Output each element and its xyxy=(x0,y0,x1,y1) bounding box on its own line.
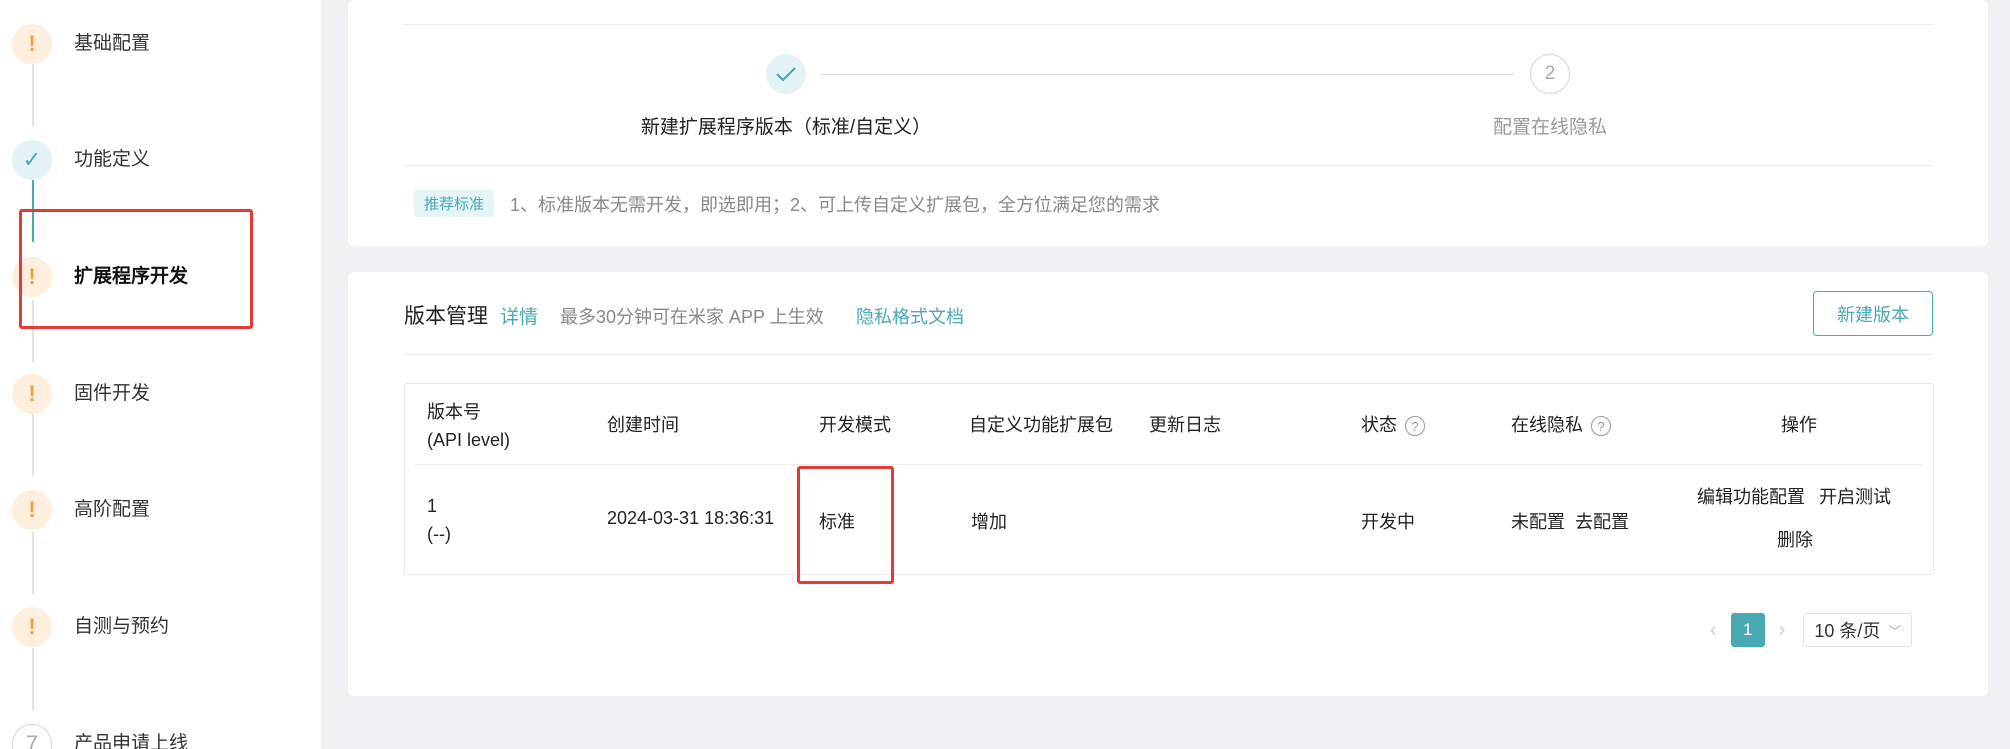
version-create-card: 2 新建扩展程序版本（标准/自定义） 配置在线隐私 推荐标准 1、标准版本无需开… xyxy=(348,0,1988,246)
warning-icon: ! xyxy=(12,374,52,414)
configure-privacy-link[interactable]: 去配置 xyxy=(1575,508,1629,534)
table-row-privacy-status: 未配置 xyxy=(1511,512,1565,532)
detail-link[interactable]: 详情 xyxy=(500,302,538,329)
divider xyxy=(404,165,1934,166)
warning-icon: ! xyxy=(12,24,52,64)
highlight-box xyxy=(797,466,894,584)
new-version-button[interactable]: 新建版本 xyxy=(1813,291,1933,336)
sidebar-step-basic-config[interactable]: ! 基础配置 xyxy=(0,14,321,74)
sidebar-step-advanced-config[interactable]: ! 高阶配置 xyxy=(0,480,321,540)
version-mgmt-title: 版本管理 xyxy=(404,305,488,328)
sidebar-step-label: 基础配置 xyxy=(74,33,151,54)
table-row-created: 2024-03-31 18:36:31 xyxy=(607,508,775,528)
sidebar-step-self-test[interactable]: ! 自测与预约 xyxy=(0,597,321,657)
stepper-line xyxy=(820,74,1514,75)
divider xyxy=(404,354,1934,355)
prev-page-icon[interactable]: ‹ xyxy=(1710,619,1717,642)
table-row-version: 1 (--) xyxy=(427,492,451,548)
step-connector xyxy=(32,648,34,710)
sidebar-step-function-definition[interactable]: ✓ 功能定义 xyxy=(0,130,321,190)
col-status-label: 状态 xyxy=(1361,415,1397,435)
col-actions: 操作 xyxy=(1781,415,1817,435)
help-icon[interactable]: ? xyxy=(1405,416,1425,437)
chevron-down-icon: ﹀ xyxy=(1888,623,1902,639)
step-number-2: 2 xyxy=(1530,54,1570,94)
col-privacy-label: 在线隐私 xyxy=(1511,415,1583,435)
col-extension-package: 自定义功能扩展包 xyxy=(969,415,1113,435)
version-note: 最多30分钟可在米家 APP 上生效 xyxy=(560,307,824,327)
pagination: ‹ 1 › 10 条/页 ﹀ xyxy=(1710,613,1913,647)
warning-icon: ! xyxy=(12,490,52,530)
col-changelog: 更新日志 xyxy=(1149,415,1221,435)
stepper-step2-label: 配置在线隐私 xyxy=(1492,117,1608,138)
version-number: 1 xyxy=(427,496,438,516)
sidebar-step-label: 固件开发 xyxy=(74,383,151,404)
version-management-card: 版本管理 详情 最多30分钟可在米家 APP 上生效 隐私格式文档 新建版本 版… xyxy=(348,272,1988,696)
versions-table: 版本号 (API level) 创建时间 开发模式 自定义功能扩展包 更新日志 … xyxy=(404,383,1934,575)
warning-icon: ! xyxy=(12,607,52,647)
sidebar: ! 基础配置 ✓ 功能定义 ! 扩展程序开发 ! 固件开发 ! 高阶配置 ! 自… xyxy=(0,0,321,749)
col-privacy: 在线隐私? xyxy=(1511,411,1611,437)
page-size-select[interactable]: 10 条/页 ﹀ xyxy=(1803,613,1913,647)
api-level: (--) xyxy=(427,524,451,544)
col-version-label: 版本号 xyxy=(427,402,481,422)
next-page-icon[interactable]: › xyxy=(1779,619,1786,642)
sidebar-step-label: 高阶配置 xyxy=(74,499,151,520)
col-status: 状态? xyxy=(1361,411,1425,437)
col-created-time: 创建时间 xyxy=(607,415,679,435)
page-1-button[interactable]: 1 xyxy=(1730,613,1765,647)
sidebar-step-label: 产品申请上线 xyxy=(74,733,189,749)
sidebar-step-label: 自测与预约 xyxy=(74,616,170,637)
divider xyxy=(404,24,1934,25)
sidebar-step-launch-request[interactable]: 7 产品申请上线 xyxy=(0,714,321,749)
table-header-divider xyxy=(415,464,1923,465)
check-icon: ✓ xyxy=(12,140,52,180)
recommend-tag: 推荐标准 xyxy=(414,190,495,217)
delete-link[interactable]: 删除 xyxy=(1777,526,1813,552)
recommend-text: 1、标准版本无需开发，即选即用；2、可上传自定义扩展包，全方位满足您的需求 xyxy=(510,195,1161,215)
start-test-link[interactable]: 开启测试 xyxy=(1819,483,1891,509)
col-version-api-label: (API level) xyxy=(427,430,511,450)
stepper-step1-label: 新建扩展程序版本（标准/自定义） xyxy=(640,117,932,138)
help-icon[interactable]: ? xyxy=(1591,416,1611,437)
col-version: 版本号 (API level) xyxy=(427,398,510,454)
step-connector xyxy=(32,532,34,594)
sidebar-step-firmware-dev[interactable]: ! 固件开发 xyxy=(0,364,321,424)
sidebar-step-label: 功能定义 xyxy=(74,149,151,170)
step-number: 7 xyxy=(12,724,52,749)
privacy-doc-link[interactable]: 隐私格式文档 xyxy=(856,303,964,329)
edit-function-config-link[interactable]: 编辑功能配置 xyxy=(1697,483,1805,509)
table-row-status: 开发中 xyxy=(1361,512,1415,532)
highlight-box xyxy=(19,209,253,329)
step-done-check-icon xyxy=(766,54,806,94)
page-size-value: 10 条/页 xyxy=(1814,621,1881,641)
add-extension-link[interactable]: 增加 xyxy=(971,508,1007,534)
col-dev-mode: 开发模式 xyxy=(819,415,891,435)
